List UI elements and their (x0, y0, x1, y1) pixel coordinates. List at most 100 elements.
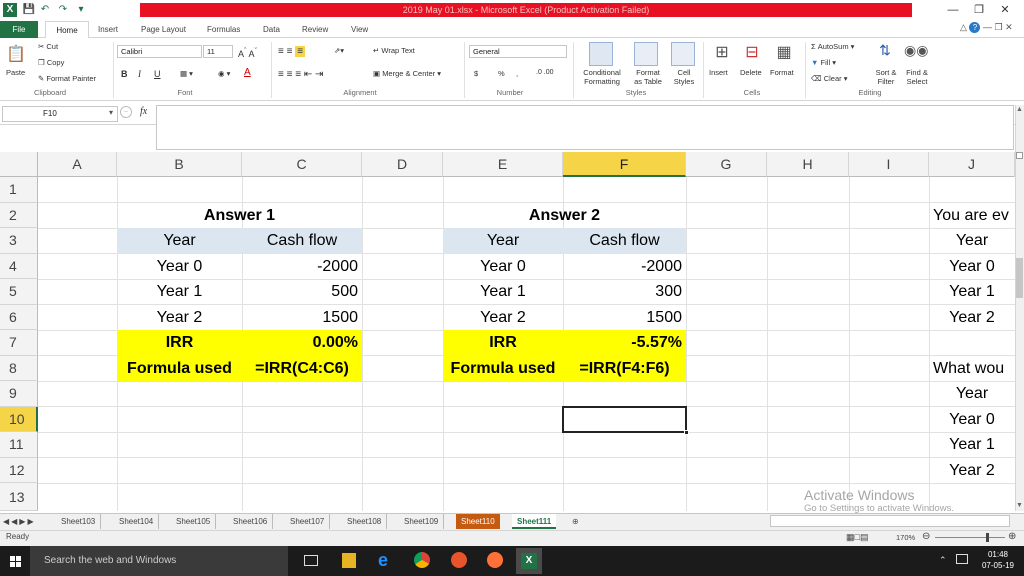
taskbar-search-box[interactable]: Search the web and Windows (30, 546, 288, 576)
answer1-irr-value[interactable]: 0.00% (242, 330, 362, 356)
zoom-out-icon[interactable]: ⊖ (922, 531, 930, 542)
merge-center-button[interactable]: ▣ Merge & Center ▾ (373, 69, 441, 78)
fill-color-icon[interactable]: ◉ ▾ (218, 69, 230, 78)
sheet-tab[interactable]: Sheet107 (285, 514, 331, 529)
row-header-8[interactable]: 8 (0, 355, 38, 381)
answer2-formula-label[interactable]: Formula used (443, 355, 563, 381)
row-header-10[interactable]: 10 (0, 406, 38, 432)
save-icon[interactable]: 💾 (22, 3, 36, 17)
sheet-tab[interactable]: Sheet105 (171, 514, 217, 529)
answer1-irr-label[interactable]: IRR (117, 330, 242, 356)
conditional-formatting-icon[interactable] (589, 42, 613, 66)
row-header-11[interactable]: 11 (0, 432, 38, 458)
horizontal-scrollbar[interactable] (770, 515, 1010, 527)
paste-button[interactable]: Paste (6, 68, 25, 77)
answer2-header-year[interactable]: Year (443, 228, 563, 254)
bold-button[interactable]: B (121, 69, 128, 79)
format-button[interactable]: Format (770, 68, 794, 77)
edge-icon[interactable]: e (378, 550, 388, 571)
wrap-text-button[interactable]: ↵ Wrap Text (373, 46, 415, 55)
sheet-nav-icons[interactable]: ◀◀▶▶ (3, 514, 36, 529)
sheet-tab[interactable]: Sheet106 (228, 514, 274, 529)
help-icon[interactable]: ? (969, 22, 981, 33)
orientation-icon[interactable]: ⇗▾ (334, 46, 344, 55)
number-format-select[interactable]: General (469, 45, 567, 58)
active-cell-f10[interactable] (562, 405, 689, 435)
sheet-tab[interactable]: Sheet109 (399, 514, 445, 529)
column-header-h[interactable]: H (767, 152, 849, 177)
column-header-j[interactable]: J (929, 152, 1015, 177)
row-header-6[interactable]: 6 (0, 304, 38, 330)
cut-button[interactable]: ✂ Cut (38, 42, 58, 51)
answer1-formula-label[interactable]: Formula used (117, 355, 242, 381)
workbook-minimize-icon[interactable]: — (983, 22, 992, 32)
row-header-3[interactable]: 3 (0, 228, 38, 254)
answer2-year-cell[interactable]: Year 0 (443, 254, 563, 280)
find-select-button[interactable]: Find & Select (900, 68, 934, 86)
zoom-level[interactable]: 170% (896, 533, 915, 542)
format-as-table-button[interactable]: Format as Table (628, 68, 668, 86)
j9-cell[interactable]: Year (929, 381, 1015, 407)
answer1-year-cell[interactable]: Year 2 (117, 305, 242, 331)
answer1-title[interactable]: Answer 1 (117, 203, 362, 229)
borders-icon[interactable]: ▦ ▾ (180, 69, 193, 78)
answer2-cashflow-cell[interactable]: 1500 (563, 305, 686, 331)
delete-button[interactable]: Delete (740, 68, 762, 77)
page-view-icons[interactable]: ▦□▤ (846, 532, 868, 543)
tab-review[interactable]: Review (302, 21, 328, 38)
minimize-button[interactable]: — (942, 2, 964, 18)
tab-home[interactable]: Home (45, 21, 89, 39)
task-view-icon[interactable] (304, 555, 318, 566)
sheet-tab[interactable]: Sheet110 (456, 514, 500, 529)
j5-cell[interactable]: Year 1 (929, 279, 1015, 305)
row-header-4[interactable]: 4 (0, 253, 38, 279)
cell-styles-icon[interactable] (671, 42, 695, 66)
tab-formulas[interactable]: Formulas (207, 21, 240, 38)
format-as-table-icon[interactable] (634, 42, 658, 66)
j11-cell[interactable]: Year 1 (929, 432, 1015, 458)
cell-styles-button[interactable]: Cell Styles (668, 68, 700, 86)
record-icon[interactable] (451, 552, 467, 568)
undo-icon[interactable]: ↶ (38, 3, 52, 17)
j4-cell[interactable]: Year 0 (929, 254, 1015, 280)
windows-start-icon[interactable] (10, 556, 21, 567)
tab-data[interactable]: Data (263, 21, 280, 38)
answer1-cashflow-cell[interactable]: -2000 (242, 254, 362, 280)
row-header-9[interactable]: 9 (0, 381, 38, 407)
ribbon-controls[interactable]: △ ? — ❐ ✕ (960, 22, 1020, 36)
italic-button[interactable]: I (138, 69, 141, 79)
answer1-formula[interactable]: =IRR(C4:C6) (242, 355, 362, 381)
column-header-g[interactable]: G (686, 152, 767, 177)
sort-filter-icon[interactable]: ⇅ (874, 42, 896, 64)
name-box[interactable]: F10 (2, 106, 118, 122)
insert-cells-icon[interactable]: ⊞ (711, 42, 733, 64)
answer2-year-cell[interactable]: Year 2 (443, 305, 563, 331)
answer1-header-year[interactable]: Year (117, 228, 242, 254)
workbook-close-icon[interactable]: ✕ (1005, 22, 1013, 32)
row-header-2[interactable]: 2 (0, 202, 38, 228)
format-painter-button[interactable]: ✎ Format Painter (38, 74, 96, 83)
align-top-icons[interactable]: ≡ ≡ ≡ (278, 46, 306, 57)
j12-cell[interactable]: Year 2 (929, 458, 1015, 484)
sheet-tab[interactable]: Sheet108 (342, 514, 388, 529)
answer1-cashflow-cell[interactable]: 1500 (242, 305, 362, 331)
minimize-ribbon-icon[interactable]: △ (960, 22, 967, 32)
tray-chevron-icon[interactable]: ⌃ (939, 555, 947, 566)
comma-button[interactable]: , (516, 69, 518, 78)
j10-cell[interactable]: Year 0 (929, 407, 1015, 433)
grow-shrink-font-icon[interactable]: Aˆ Aˇ (238, 46, 257, 59)
column-header-i[interactable]: I (849, 152, 929, 177)
font-name-select[interactable]: Calibri (117, 45, 202, 58)
close-button[interactable]: ✕ (994, 2, 1016, 18)
autosum-button[interactable]: Σ AutoSum ▾ (811, 42, 854, 51)
redo-icon[interactable]: ↷ (56, 3, 70, 17)
zoom-in-icon[interactable]: ⊕ (1008, 531, 1016, 542)
copy-button[interactable]: ❐ Copy (38, 58, 64, 67)
font-size-select[interactable]: 11 (203, 45, 233, 58)
answer1-year-cell[interactable]: Year 0 (117, 254, 242, 280)
decimal-icons[interactable]: .0 .00 (536, 69, 554, 76)
vertical-scrollbar[interactable] (1015, 105, 1024, 511)
row-header-13[interactable]: 13 (0, 483, 38, 511)
answer1-year-cell[interactable]: Year 1 (117, 279, 242, 305)
answer2-formula[interactable]: =IRR(F4:F6) (563, 355, 686, 381)
